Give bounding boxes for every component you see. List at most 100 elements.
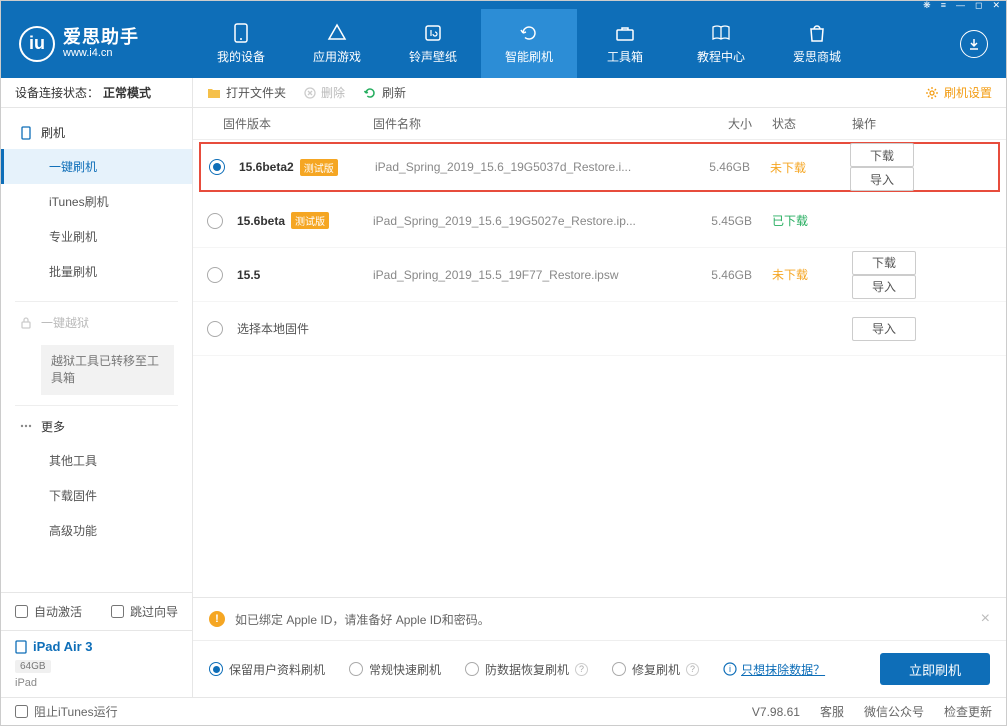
sidebar-item-itunes[interactable]: iTunes刷机 xyxy=(1,184,192,219)
toolbar: 打开文件夹 删除 刷新 刷机设置 xyxy=(193,78,1006,108)
delete-icon xyxy=(304,87,316,99)
header: iu 爱思助手 www.i4.cn 我的设备 应用游戏 铃声壁纸 智能刷机 工具… xyxy=(1,9,1006,78)
top-nav: 我的设备 应用游戏 铃声壁纸 智能刷机 工具箱 教程中心 爱思商城 xyxy=(193,9,960,78)
svg-text:i: i xyxy=(729,664,731,674)
flash-option[interactable]: 常规快速刷机 xyxy=(349,661,441,678)
open-folder-button[interactable]: 打开文件夹 xyxy=(207,84,286,101)
import-button[interactable]: 导入 xyxy=(852,317,916,341)
logo: iu 爱思助手 www.i4.cn xyxy=(1,26,193,62)
nav-tutorials[interactable]: 教程中心 xyxy=(673,9,769,78)
help-icon[interactable]: ? xyxy=(575,663,588,676)
radio-button[interactable] xyxy=(209,159,225,175)
auto-activate-row: 自动激活 跳过向导 xyxy=(1,593,192,630)
status-badge: 未下载 xyxy=(770,161,806,175)
storage-badge: 64GB xyxy=(15,660,51,673)
tablet-icon xyxy=(15,640,27,654)
info-icon: i xyxy=(723,662,737,676)
logo-icon: iu xyxy=(19,26,55,62)
firmware-row[interactable]: 15.6beta测试版 iPad_Spring_2019_15.6_19G502… xyxy=(193,194,1006,248)
flash-options-row: 保留用户资料刷机 常规快速刷机 防数据恢复刷机? 修复刷机? i 只想抹除数据？ 立即… xyxy=(193,641,1006,697)
help-icon[interactable]: ? xyxy=(686,663,699,676)
sidebar: 设备连接状态： 正常模式 刷机 一键刷机 iTunes刷机 专业刷机 批量刷机 … xyxy=(1,78,193,697)
status-badge: 已下载 xyxy=(772,214,808,228)
flash-option[interactable]: 修复刷机? xyxy=(612,661,699,678)
download-button[interactable]: 下载 xyxy=(850,143,914,167)
firmware-size: 5.46GB xyxy=(672,268,752,282)
sidebar-item-advanced[interactable]: 高级功能 xyxy=(1,513,192,548)
auto-activate-checkbox[interactable] xyxy=(15,605,28,618)
download-button[interactable] xyxy=(960,30,988,58)
refresh-icon xyxy=(518,22,540,44)
nav-tools[interactable]: 工具箱 xyxy=(577,9,673,78)
device-type: iPad xyxy=(15,677,178,689)
nav-store[interactable]: 爱思商城 xyxy=(769,9,865,78)
sidebar-item-pro[interactable]: 专业刷机 xyxy=(1,219,192,254)
sidebar-flash-header[interactable]: 刷机 xyxy=(1,116,192,149)
nav-flash[interactable]: 智能刷机 xyxy=(481,9,577,78)
skip-guide-checkbox[interactable] xyxy=(111,605,124,618)
firmware-name: iPad_Spring_2019_15.6_19G5037d_Restore.i… xyxy=(375,160,670,174)
download-button[interactable]: 下载 xyxy=(852,251,916,275)
flash-option[interactable]: 保留用户资料刷机 xyxy=(209,661,325,678)
firmware-name: iPad_Spring_2019_15.5_19F77_Restore.ipsw xyxy=(373,268,672,282)
erase-link[interactable]: 只想抹除数据？ xyxy=(741,661,825,678)
import-button[interactable]: 导入 xyxy=(850,167,914,191)
main-content: 打开文件夹 删除 刷新 刷机设置 固件版本 固件名称 大小 状态 操作 xyxy=(193,78,1006,697)
nav-media[interactable]: 铃声壁纸 xyxy=(385,9,481,78)
sidebar-jailbreak-header: 一键越狱 xyxy=(1,306,192,339)
sidebar-item-batch[interactable]: 批量刷机 xyxy=(1,254,192,289)
support-link[interactable]: 客服 xyxy=(820,703,844,720)
col-name: 固件名称 xyxy=(373,115,672,132)
footer: 阻止iTunes运行 V7.98.61 客服 微信公众号 检查更新 xyxy=(1,697,1006,725)
firmware-row[interactable]: 15.5 iPad_Spring_2019_15.5_19F77_Restore… xyxy=(193,248,1006,302)
refresh-button[interactable]: 刷新 xyxy=(363,84,406,101)
connection-status: 设备连接状态： 正常模式 xyxy=(1,78,192,108)
warning-row: ! 如已绑定 Apple ID，请准备好 Apple ID和密码。 × xyxy=(193,598,1006,641)
sidebar-item-oneclick[interactable]: 一键刷机 xyxy=(1,149,192,184)
wechat-link[interactable]: 微信公众号 xyxy=(864,703,924,720)
close-icon[interactable]: ✕ xyxy=(992,0,1000,11)
media-icon xyxy=(422,22,444,44)
radio-button[interactable] xyxy=(207,267,223,283)
flash-now-button[interactable]: 立即刷机 xyxy=(880,653,990,685)
delete-button[interactable]: 删除 xyxy=(304,84,345,101)
radio-button[interactable] xyxy=(207,213,223,229)
more-icon xyxy=(19,419,33,433)
firmware-row[interactable]: 15.6beta2测试版 iPad_Spring_2019_15.6_19G50… xyxy=(199,142,1000,192)
bottom-panel: ! 如已绑定 Apple ID，请准备好 Apple ID和密码。 × 保留用户… xyxy=(193,597,1006,697)
nav-apps[interactable]: 应用游戏 xyxy=(289,9,385,78)
close-warning-button[interactable]: × xyxy=(981,610,990,628)
maximize-icon[interactable]: ◻ xyxy=(975,0,982,11)
col-size: 大小 xyxy=(672,115,752,132)
device-info: iPad Air 3 64GB iPad xyxy=(1,630,192,697)
phone-icon xyxy=(230,22,252,44)
flash-settings-button[interactable]: 刷机设置 xyxy=(925,84,992,101)
window-controls: ❋ ≡ — ◻ ✕ xyxy=(1,1,1006,9)
radio-icon xyxy=(349,662,363,676)
firmware-row[interactable]: 选择本地固件 导入 xyxy=(193,302,1006,356)
radio-button[interactable] xyxy=(207,321,223,337)
warning-icon: ! xyxy=(209,611,225,627)
phone-icon xyxy=(19,126,33,140)
firmware-size: 5.46GB xyxy=(670,160,750,174)
col-ops: 操作 xyxy=(832,115,992,132)
sidebar-more-header[interactable]: 更多 xyxy=(1,410,192,443)
nav-my-device[interactable]: 我的设备 xyxy=(193,9,289,78)
firmware-size: 5.45GB xyxy=(672,214,752,228)
sidebar-item-download[interactable]: 下载固件 xyxy=(1,478,192,513)
sidebar-item-other[interactable]: 其他工具 xyxy=(1,443,192,478)
flash-option[interactable]: 防数据恢复刷机? xyxy=(465,661,588,678)
firmware-name: iPad_Spring_2019_15.6_19G5027e_Restore.i… xyxy=(373,214,672,228)
toolbox-icon xyxy=(614,22,636,44)
apps-icon xyxy=(326,22,348,44)
beta-tag: 测试版 xyxy=(291,212,329,229)
table-header: 固件版本 固件名称 大小 状态 操作 xyxy=(193,108,1006,140)
import-button[interactable]: 导入 xyxy=(852,275,916,299)
check-update-link[interactable]: 检查更新 xyxy=(944,703,992,720)
radio-icon xyxy=(209,662,223,676)
version-label: V7.98.61 xyxy=(752,705,800,719)
folder-icon xyxy=(207,87,221,99)
jailbreak-note: 越狱工具已转移至工具箱 xyxy=(41,345,174,395)
local-firmware-label: 选择本地固件 xyxy=(223,320,832,337)
block-itunes-checkbox[interactable] xyxy=(15,705,28,718)
